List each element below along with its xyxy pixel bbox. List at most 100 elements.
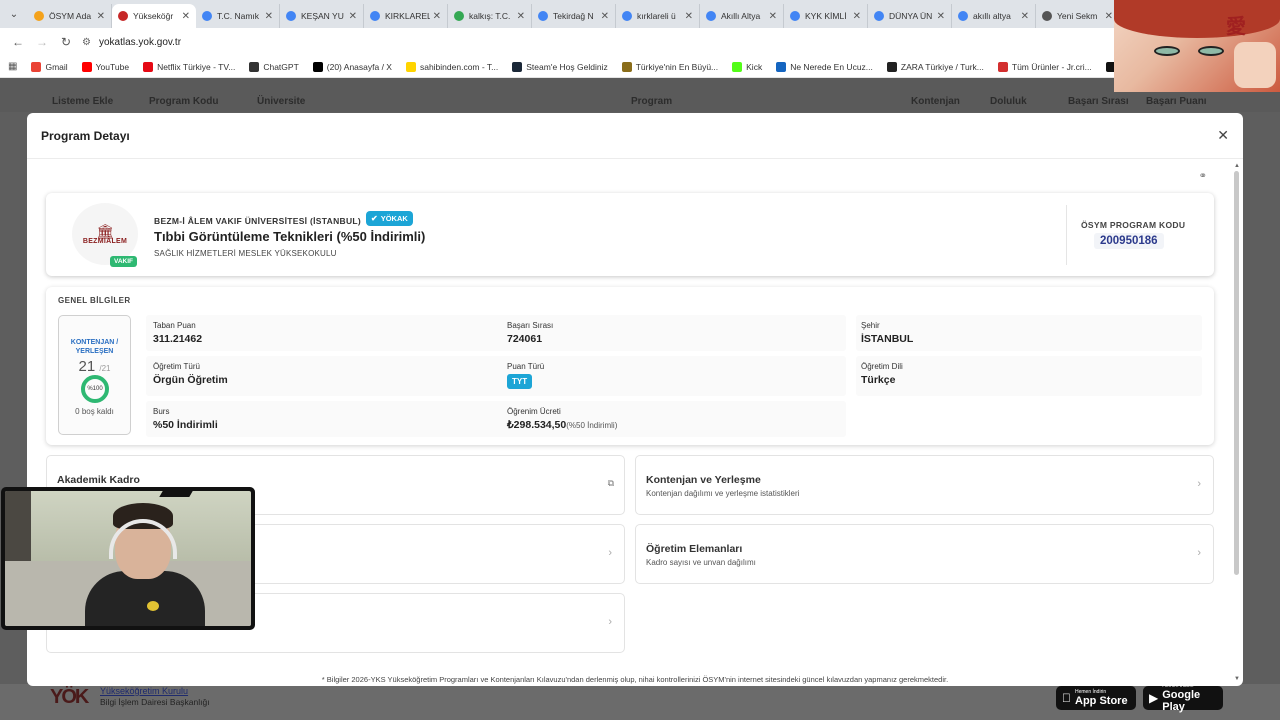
kontenjan-yerlesme-card[interactable]: Kontenjan ve Yerleşme Kontenjan dağılımı…: [635, 455, 1214, 515]
col-listeme-ekle: Listeme Ekle: [52, 96, 114, 107]
ogretim-elemanlari-card[interactable]: Öğretim Elemanları Kadro sayısı ve unvan…: [635, 524, 1214, 584]
tab-close-icon[interactable]: ✕: [182, 11, 190, 22]
eye-shape: [1198, 46, 1224, 56]
browser-tab[interactable]: kırklareli ü ✕: [616, 4, 700, 28]
anime-overlay-image: 愛: [1114, 0, 1280, 92]
tab-title: Akıllı Altya: [721, 11, 761, 21]
browser-tab[interactable]: Tekirdağ N ✕: [532, 4, 616, 28]
tab-close-icon[interactable]: ✕: [853, 11, 861, 22]
divider: [1066, 205, 1067, 265]
bookmark-label: Kick: [746, 61, 763, 72]
browser-tab[interactable]: KEŞAN YU ✕: [280, 4, 364, 28]
browser-tab[interactable]: Yeni Sekm ✕: [1036, 4, 1120, 28]
tab-favicon-icon: [958, 11, 968, 21]
webcam-corner: [159, 491, 193, 497]
bookmark-item[interactable]: Gmail: [31, 61, 68, 72]
tab-close-icon[interactable]: ✕: [1021, 11, 1029, 22]
googleplay-button[interactable]: ▶ Hemen İndirin Google Play: [1143, 683, 1223, 713]
browser-tab[interactable]: T.C. Namık ✕: [196, 4, 280, 28]
yokak-badge[interactable]: ✔ YÖKAK: [366, 211, 413, 226]
url-text[interactable]: yokatlas.yok.gov.tr: [99, 37, 181, 48]
fill-ring: %100: [81, 375, 109, 403]
section-title: GENEL BİLGİLER: [58, 296, 131, 305]
browser-tab[interactable]: KIRKLAREL ✕: [364, 4, 448, 28]
tab-close-icon[interactable]: ✕: [601, 11, 609, 22]
scroll-up-icon[interactable]: ▲: [1234, 163, 1240, 169]
sehir-label: Şehir: [861, 321, 880, 330]
tab-close-icon[interactable]: ✕: [97, 11, 105, 22]
quota-placed: 21: [78, 358, 96, 375]
bookmark-item[interactable]: Türkiye'nin En Büyü...: [621, 61, 718, 72]
address-bar: ← → ↻ ⚙ yokatlas.yok.gov.tr: [0, 28, 1280, 56]
tab-close-icon[interactable]: ✕: [685, 11, 693, 22]
vakif-badge: VAKIF: [110, 256, 138, 267]
col-doluluk: Doluluk: [990, 96, 1027, 107]
quota-count: 21 /21: [59, 358, 130, 375]
tab-close-icon[interactable]: ✕: [265, 11, 273, 22]
browser-tab[interactable]: KYK KİMLİ ✕: [784, 4, 868, 28]
yok-sub: Bilgi İşlem Dairesi Başkanlığı: [100, 697, 210, 707]
browser-tab[interactable]: Yükseköğr ✕: [112, 4, 196, 28]
ogretim-dili-value: Türkçe: [861, 374, 896, 386]
tab-favicon-icon: [286, 11, 296, 21]
tab-search-icon[interactable]: ⌄: [0, 0, 28, 28]
webcam-feed: [5, 491, 251, 626]
bookmark-item[interactable]: Netflix Türkiye - TV...: [143, 61, 236, 72]
tab-close-icon[interactable]: ✕: [937, 11, 945, 22]
site-info-icon[interactable]: ⚙: [82, 37, 91, 48]
burs-label: Burs: [153, 407, 170, 416]
bookmark-item[interactable]: sahibinden.com - T...: [405, 61, 498, 72]
ogrenim-ucreti: Öğrenim Ücreti ₺298.534,50(%50 İndirimli…: [507, 399, 847, 435]
browser-tab[interactable]: DÜNYA ÜN ✕: [868, 4, 952, 28]
reload-icon[interactable]: ↻: [54, 35, 78, 49]
tab-close-icon[interactable]: ✕: [769, 11, 777, 22]
bookmark-item[interactable]: Ne Nerede En Ucuz...: [776, 61, 873, 72]
webcam-object: [147, 601, 159, 611]
puan-turu-badge: TYT: [507, 374, 533, 389]
bookmark-item[interactable]: Kick: [732, 61, 763, 72]
bookmark-favicon-icon: [886, 61, 897, 72]
tab-close-icon[interactable]: ✕: [517, 11, 525, 22]
quota-box: KONTENJAN / YERLEŞEN 21 /21 %100 0 boş k…: [58, 315, 131, 435]
url-field[interactable]: ⚙ yokatlas.yok.gov.tr: [82, 37, 181, 48]
browser-tab[interactable]: Akıllı Altya ✕: [700, 4, 784, 28]
bookmark-item[interactable]: ZARA Türkiye / Turk...: [886, 61, 984, 72]
tab-title: DÜNYA ÜN: [889, 11, 933, 21]
puan-turu-label: Puan Türü: [507, 362, 545, 371]
ucret-value: ₺298.534,50(%50 İndirimli): [507, 419, 617, 431]
tab-close-icon[interactable]: ✕: [1105, 11, 1113, 22]
fill-percent: %100: [87, 386, 103, 392]
bookmark-favicon-icon: [31, 61, 42, 72]
program-card: 🏛 BEZMİÂLEM VAKIF BEZM-İ ÂLEM VAKIF ÜNİV…: [46, 193, 1214, 276]
browser-tab[interactable]: kalkış: T.C. ✕: [448, 4, 532, 28]
back-icon[interactable]: ←: [6, 35, 30, 49]
tab-favicon-icon: [706, 11, 716, 21]
scrollbar[interactable]: [1234, 171, 1239, 575]
modal-header: Program Detayı ✕: [27, 113, 1243, 159]
bookmark-label: Netflix Türkiye - TV...: [157, 61, 236, 72]
bookmark-item[interactable]: ChatGPT: [249, 61, 299, 72]
bookmark-item[interactable]: (20) Anasayfa / X: [312, 61, 392, 72]
tab-favicon-icon: [622, 11, 632, 21]
tab-close-icon[interactable]: ✕: [349, 11, 357, 22]
bookmark-item[interactable]: YouTube: [81, 61, 129, 72]
logo-text: BEZMİÂLEM: [82, 237, 128, 245]
tab-title: Tekirdağ N: [553, 11, 594, 21]
program-name: Tıbbi Görüntüleme Teknikleri (%50 İndiri…: [154, 229, 426, 244]
yokak-label: YÖKAK: [380, 214, 408, 223]
browser-tab[interactable]: ÖSYM Ada ✕: [28, 4, 112, 28]
close-icon[interactable]: ✕: [1217, 127, 1229, 144]
forward-icon[interactable]: →: [30, 35, 54, 49]
apps-grid-icon[interactable]: ▦: [8, 61, 17, 72]
bookmark-item[interactable]: Steam'e Hoş Geldiniz: [512, 61, 608, 72]
browser-tab[interactable]: akıllı altya ✕: [952, 4, 1036, 28]
tab-favicon-icon: [118, 11, 128, 21]
yok-link[interactable]: Yükseköğretim Kurulu: [100, 686, 188, 696]
appstore-button[interactable]:  Hemen İndirinApp Store: [1056, 686, 1136, 710]
col-basari-sirasi: Başarı Sırası: [1068, 96, 1129, 107]
results-table-header: Listeme Ekle Program Kodu Üniversite Pro…: [0, 78, 1280, 112]
share-icon[interactable]: ⚭: [1199, 171, 1207, 182]
tab-close-icon[interactable]: ✕: [433, 11, 441, 22]
hair-shape: [1114, 0, 1280, 38]
bookmark-item[interactable]: Tüm Ürünler - Jr.cri...: [997, 61, 1092, 72]
